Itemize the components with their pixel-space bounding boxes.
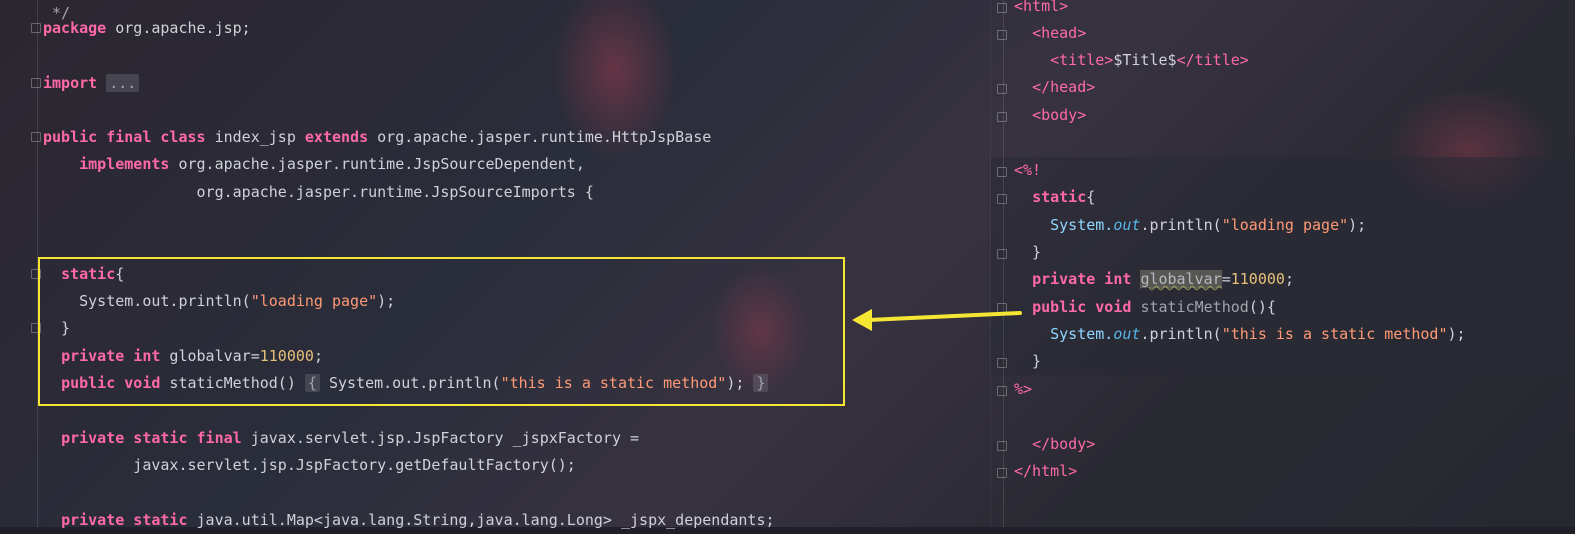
annotation-arrow-icon [852, 309, 1022, 331]
